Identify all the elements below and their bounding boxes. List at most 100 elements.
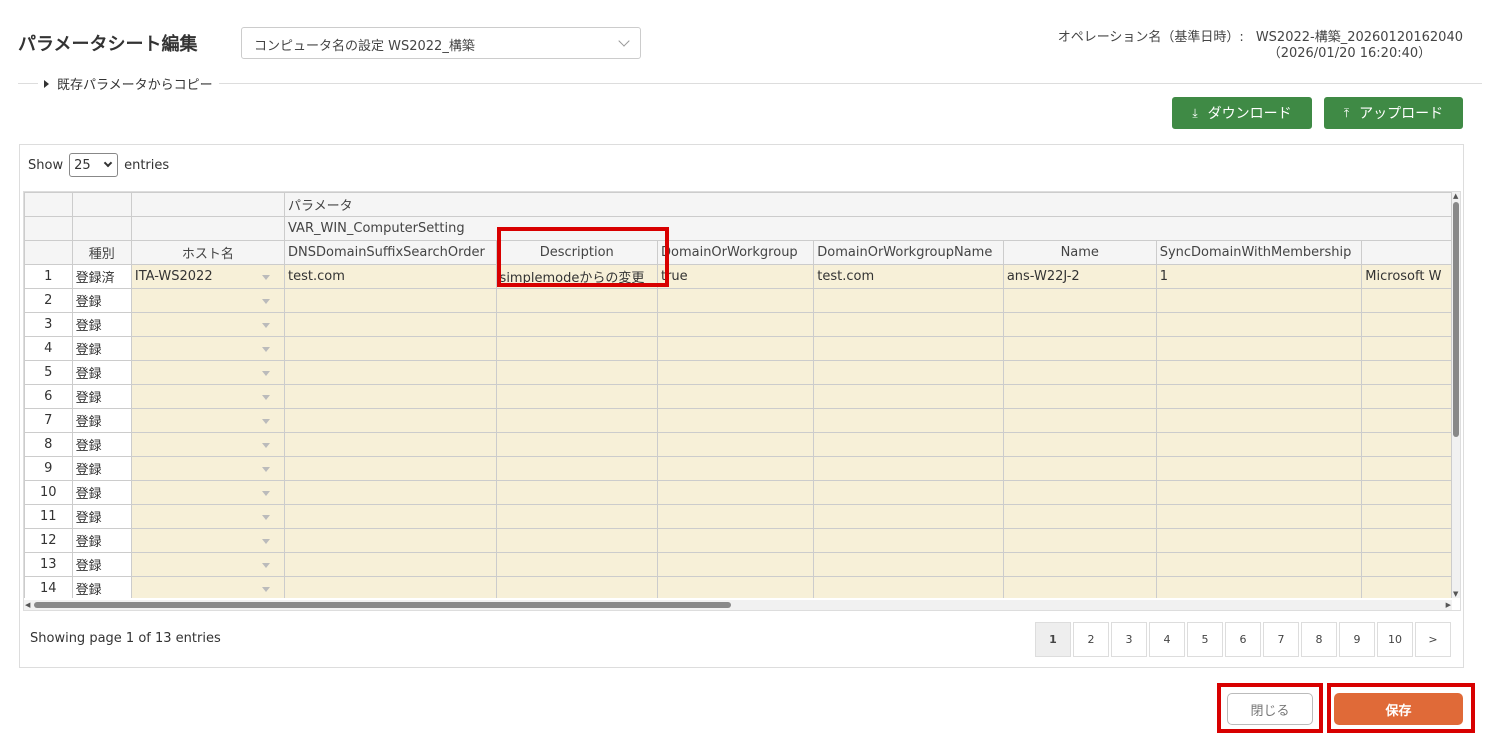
page-button[interactable]: 9: [1339, 622, 1375, 657]
cell-domain-or-workgroup[interactable]: [656, 384, 815, 409]
cell-extra[interactable]: [1361, 504, 1452, 529]
cell-extra[interactable]: [1361, 576, 1452, 598]
scroll-left-icon[interactable]: ◀: [25, 601, 30, 609]
cell-domain-or-workgroup[interactable]: [656, 288, 815, 313]
page-button[interactable]: 5: [1187, 622, 1223, 657]
download-button[interactable]: ⤓ ダウンロード: [1172, 97, 1312, 129]
cell-domain-or-workgroup-name[interactable]: [813, 576, 1004, 598]
page-button[interactable]: 1: [1035, 622, 1071, 657]
cell-sync[interactable]: [1155, 408, 1363, 433]
cell-description[interactable]: [495, 408, 658, 433]
cell-sync[interactable]: [1155, 504, 1363, 529]
cell-domain-or-workgroup[interactable]: [656, 360, 815, 385]
cell-name[interactable]: [1002, 552, 1157, 577]
horizontal-scrollbar[interactable]: ◀ ▶: [24, 600, 1452, 610]
cell-description[interactable]: [495, 480, 658, 505]
host-select[interactable]: [130, 288, 286, 313]
cell-name[interactable]: [1002, 408, 1157, 433]
cell-description[interactable]: [495, 504, 658, 529]
host-select[interactable]: [130, 576, 286, 598]
cell-domain-or-workgroup[interactable]: true: [656, 264, 815, 289]
cell-description[interactable]: [495, 336, 658, 361]
host-select[interactable]: [130, 312, 286, 337]
cell-domain-or-workgroup-name[interactable]: [813, 336, 1004, 361]
cell-extra[interactable]: [1361, 432, 1452, 457]
scroll-right-icon[interactable]: ▶: [1446, 601, 1451, 609]
horizontal-scroll-thumb[interactable]: [34, 602, 731, 608]
save-button[interactable]: 保存: [1334, 693, 1463, 725]
cell-description[interactable]: [495, 528, 658, 553]
cell-sync[interactable]: [1155, 576, 1363, 598]
cell-extra[interactable]: Microsoft W: [1361, 264, 1452, 289]
cell-dns[interactable]: [284, 504, 497, 529]
cell-description[interactable]: [495, 432, 658, 457]
cell-dns[interactable]: [284, 408, 497, 433]
cell-domain-or-workgroup-name[interactable]: [813, 528, 1004, 553]
next-page-button[interactable]: >: [1415, 622, 1451, 657]
host-select[interactable]: [130, 552, 286, 577]
cell-extra[interactable]: [1361, 408, 1452, 433]
cell-description[interactable]: [495, 576, 658, 598]
cell-name[interactable]: [1002, 288, 1157, 313]
cell-description[interactable]: [495, 384, 658, 409]
cell-description[interactable]: [495, 288, 658, 313]
cell-sync[interactable]: [1155, 336, 1363, 361]
host-select[interactable]: [130, 528, 286, 553]
cell-domain-or-workgroup-name[interactable]: [813, 504, 1004, 529]
cell-domain-or-workgroup-name[interactable]: [813, 288, 1004, 313]
cell-name[interactable]: [1002, 504, 1157, 529]
host-select[interactable]: [130, 456, 286, 481]
cell-domain-or-workgroup-name[interactable]: [813, 312, 1004, 337]
cell-name[interactable]: [1002, 432, 1157, 457]
cell-dns[interactable]: test.com: [284, 264, 497, 289]
cell-dns[interactable]: [284, 432, 497, 457]
vertical-scrollbar[interactable]: ▲ ▼: [1452, 192, 1460, 598]
host-select[interactable]: ITA-WS2022: [130, 264, 286, 289]
page-button[interactable]: 3: [1111, 622, 1147, 657]
cell-domain-or-workgroup-name[interactable]: [813, 432, 1004, 457]
copy-from-existing-toggle[interactable]: 既存パラメータからコピー: [38, 74, 219, 93]
cell-description[interactable]: [495, 312, 658, 337]
page-button[interactable]: 10: [1377, 622, 1413, 657]
scroll-down-icon[interactable]: ▼: [1453, 590, 1458, 598]
cell-description[interactable]: [495, 552, 658, 577]
cell-sync[interactable]: 1: [1155, 264, 1363, 289]
cell-domain-or-workgroup[interactable]: [656, 576, 815, 598]
cell-sync[interactable]: [1155, 432, 1363, 457]
cell-domain-or-workgroup[interactable]: [656, 504, 815, 529]
cell-domain-or-workgroup-name[interactable]: [813, 456, 1004, 481]
cell-extra[interactable]: [1361, 288, 1452, 313]
host-select[interactable]: [130, 336, 286, 361]
page-button[interactable]: 2: [1073, 622, 1109, 657]
cell-extra[interactable]: [1361, 360, 1452, 385]
cell-name[interactable]: [1002, 312, 1157, 337]
cell-domain-or-workgroup[interactable]: [656, 312, 815, 337]
host-select[interactable]: [130, 504, 286, 529]
page-button[interactable]: 8: [1301, 622, 1337, 657]
cell-domain-or-workgroup[interactable]: [656, 456, 815, 481]
cell-name[interactable]: [1002, 336, 1157, 361]
host-select[interactable]: [130, 480, 286, 505]
cell-dns[interactable]: [284, 384, 497, 409]
cell-sync[interactable]: [1155, 360, 1363, 385]
cell-description[interactable]: [495, 360, 658, 385]
cell-dns[interactable]: [284, 288, 497, 313]
cell-dns[interactable]: [284, 480, 497, 505]
page-size-select[interactable]: 25: [69, 153, 119, 177]
cell-dns[interactable]: [284, 528, 497, 553]
cell-dns[interactable]: [284, 456, 497, 481]
cell-name[interactable]: [1002, 384, 1157, 409]
cell-name[interactable]: [1002, 456, 1157, 481]
cell-domain-or-workgroup-name[interactable]: [813, 384, 1004, 409]
cell-extra[interactable]: [1361, 384, 1452, 409]
cell-domain-or-workgroup-name[interactable]: [813, 360, 1004, 385]
cell-dns[interactable]: [284, 312, 497, 337]
cell-domain-or-workgroup[interactable]: [656, 336, 815, 361]
cell-extra[interactable]: [1361, 552, 1452, 577]
cell-name[interactable]: [1002, 480, 1157, 505]
host-select[interactable]: [130, 384, 286, 409]
cell-dns[interactable]: [284, 576, 497, 598]
menu-select[interactable]: コンピュータ名の設定 WS2022_構築: [241, 27, 641, 59]
cell-domain-or-workgroup[interactable]: [656, 552, 815, 577]
cell-domain-or-workgroup-name[interactable]: [813, 552, 1004, 577]
